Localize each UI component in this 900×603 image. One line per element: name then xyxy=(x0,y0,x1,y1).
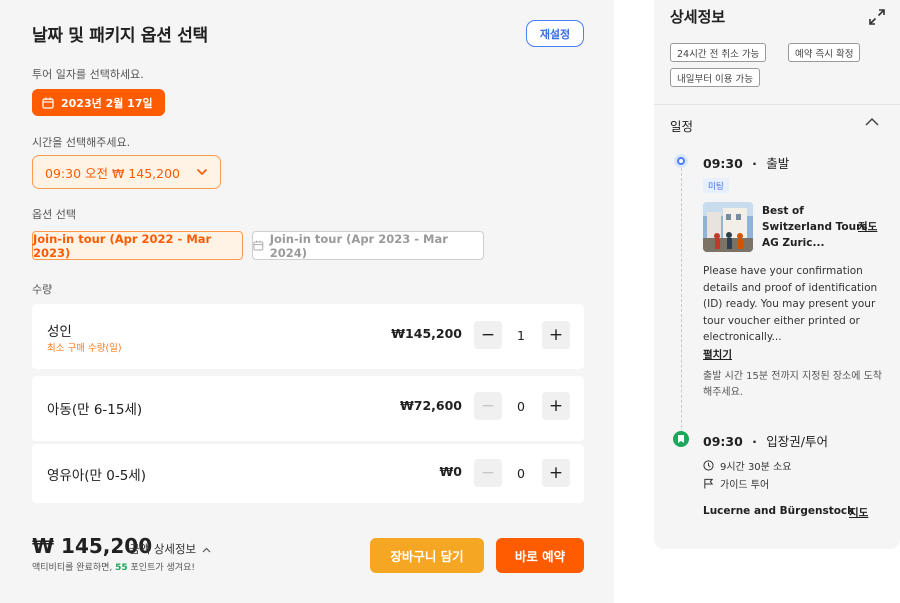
guide-text: 가이드 투어 xyxy=(720,480,770,491)
quantity-prompt: 수량 xyxy=(32,283,53,296)
option-label: Join-in tour (Apr 2022 - Mar 2023) xyxy=(33,231,212,260)
duration-text: 9시간 30분 소요 xyxy=(720,462,792,473)
time-select[interactable]: 09:30 오전 ₩ 145,200 xyxy=(32,155,221,189)
event-title: 출발 xyxy=(766,156,790,171)
price-detail-label: 금액 상세정보 xyxy=(129,542,197,556)
chevron-up-icon xyxy=(202,547,211,553)
ticket-icon xyxy=(673,431,689,447)
expand-description-link[interactable]: 펼치기 xyxy=(703,347,732,362)
flag-icon xyxy=(704,478,714,489)
event-title: 입장권/투어 xyxy=(766,434,828,449)
quantity-row-adult: 성인 최소 구매 수량(일) ₩145,200 − 1 + xyxy=(32,304,584,369)
event-separator: · xyxy=(752,156,757,171)
booking-page: 날짜 및 패키지 옵션 선택 재설정 투어 일자를 선택하세요. 2023년 2… xyxy=(0,0,900,603)
increase-button[interactable]: + xyxy=(542,321,570,349)
map-link[interactable]: 지도 xyxy=(849,505,868,520)
map-link[interactable]: 지도 xyxy=(858,219,877,234)
quantity-name: 영유아(만 0-5세) xyxy=(47,468,146,484)
tour-place-name: Lucerne and Bürgenstock xyxy=(703,505,855,517)
quantity-price: ₩72,600 xyxy=(399,398,462,413)
quantity-name: 아동(만 6-15세) xyxy=(47,402,143,418)
option-button-2022[interactable]: Join-in tour (Apr 2022 - Mar 2023) xyxy=(32,231,243,260)
decrease-button[interactable]: − xyxy=(474,392,502,420)
selected-time: 09:30 오전 ₩ 145,200 xyxy=(45,165,180,181)
decrease-button[interactable]: − xyxy=(474,459,502,487)
points-suffix: 포인트가 생겨요! xyxy=(130,563,195,573)
policy-tag: 24시간 전 취소 가능 xyxy=(670,43,767,62)
quantity-name: 성인 xyxy=(47,324,72,340)
quantity-row-infant: 영유아(만 0-5세) ₩0 − 0 + xyxy=(32,444,584,503)
event-heading: 09:30 · 출발 xyxy=(703,153,789,172)
time-prompt: 시간을 선택해주세요. xyxy=(32,136,131,149)
details-title: 상세정보 xyxy=(670,8,726,26)
selected-date: 2023년 2월 17일 xyxy=(61,96,153,110)
expand-icon[interactable] xyxy=(868,8,886,26)
quantity-value: 0 xyxy=(517,399,525,414)
points-value: 55 xyxy=(115,563,128,573)
location-pin-icon xyxy=(674,154,688,168)
options-title: 날짜 및 패키지 옵션 선택 xyxy=(32,26,208,46)
increase-button[interactable]: + xyxy=(542,459,570,487)
duration-row: 9시간 30분 소요 xyxy=(703,458,791,473)
quantity-value: 1 xyxy=(517,328,525,343)
clock-icon xyxy=(703,460,714,471)
quantity-note: 최소 구매 수량(일) xyxy=(47,343,122,354)
event-time: 09:30 xyxy=(703,434,743,449)
book-now-button[interactable]: 바로 예약 xyxy=(496,538,584,573)
meeting-place-name: Best of Switzerland Tours AG Zuric... xyxy=(762,205,868,249)
event-time: 09:30 xyxy=(703,156,743,171)
calendar-icon xyxy=(253,240,264,251)
place-thumbnail xyxy=(703,202,753,252)
option-label: Join-in tour (Apr 2023 - Mar 2024) xyxy=(269,231,448,260)
chevron-up-icon[interactable] xyxy=(864,115,880,129)
quantity-row-child: 아동(만 6-15세) ₩72,600 − 0 + xyxy=(32,376,584,441)
event-heading: 09:30 · 입장권/투어 xyxy=(703,431,828,450)
timeline-line xyxy=(681,168,682,438)
arrival-note: 출발 시간 15분 전까지 지정된 장소에 도착해주세요. xyxy=(703,371,882,398)
policy-tag: 예약 즉시 확정 xyxy=(788,43,861,62)
calendar-icon xyxy=(42,97,54,109)
options-panel: 날짜 및 패키지 옵션 선택 재설정 투어 일자를 선택하세요. 2023년 2… xyxy=(0,0,614,603)
meeting-badge: 미팅 xyxy=(703,178,729,193)
price-detail-link[interactable]: 금액 상세정보 xyxy=(129,541,211,557)
meeting-description: Please have your confirmation details an… xyxy=(703,265,878,343)
add-to-cart-button[interactable]: 장바구니 담기 xyxy=(370,538,484,573)
date-prompt: 투어 일자를 선택하세요. xyxy=(32,68,144,81)
schedule-title: 일정 xyxy=(670,119,694,134)
event-separator: · xyxy=(752,434,757,449)
guide-row: 가이드 투어 xyxy=(703,476,769,491)
quantity-price: ₩145,200 xyxy=(391,326,462,341)
details-panel: 상세정보 24시간 전 취소 가능 예약 즉시 확정 내일부터 이용 가능 일정… xyxy=(654,0,900,549)
reset-button[interactable]: 재설정 xyxy=(526,20,584,47)
quantity-value: 0 xyxy=(517,466,525,481)
quantity-price: ₩0 xyxy=(439,464,463,479)
policy-tag: 내일부터 이용 가능 xyxy=(670,68,760,87)
date-picker-button[interactable]: 2023년 2월 17일 xyxy=(32,89,165,116)
points-note: 액티비티를 완료하면, 55 포인트가 생겨요! xyxy=(32,560,195,573)
decrease-button[interactable]: − xyxy=(474,321,502,349)
chevron-down-icon xyxy=(196,168,208,176)
points-prefix: 액티비티를 완료하면, xyxy=(32,563,113,573)
option-prompt: 옵션 선택 xyxy=(32,208,76,221)
divider xyxy=(654,104,900,105)
increase-button[interactable]: + xyxy=(542,392,570,420)
option-button-2023[interactable]: Join-in tour (Apr 2023 - Mar 2024) xyxy=(252,231,484,260)
